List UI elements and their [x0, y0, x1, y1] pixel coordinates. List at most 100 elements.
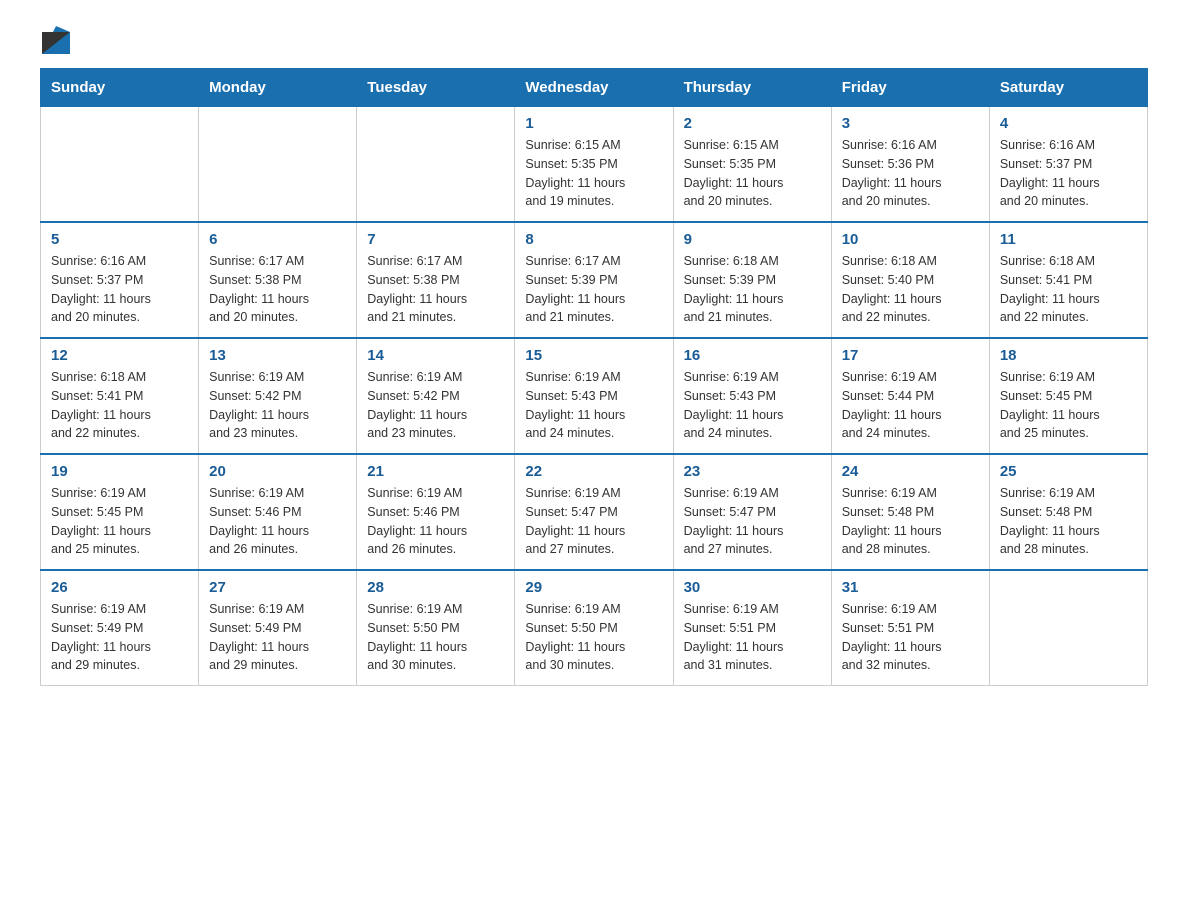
day-number: 10 — [842, 231, 979, 248]
day-info: Sunrise: 6:16 AMSunset: 5:37 PMDaylight:… — [1000, 136, 1137, 211]
day-number: 17 — [842, 347, 979, 364]
calendar-cell: 11 Sunrise: 6:18 AMSunset: 5:41 PMDayligh… — [989, 222, 1147, 338]
day-number: 31 — [842, 579, 979, 596]
logo — [40, 30, 70, 48]
calendar-week-row: 5 Sunrise: 6:16 AMSunset: 5:37 PMDaylight… — [41, 222, 1148, 338]
calendar-cell: 29 Sunrise: 6:19 AMSunset: 5:50 PMDayligh… — [515, 570, 673, 686]
calendar-cell: 27Sunrise: 6:19 AMSunset: 5:49 PMDayligh… — [199, 570, 357, 686]
day-info: Sunrise: 6:19 AMSunset: 5:46 PMDaylight:… — [209, 484, 346, 559]
day-info: Sunrise: 6:17 AMSunset: 5:38 PMDaylight:… — [367, 252, 504, 327]
calendar-cell — [199, 107, 357, 223]
day-info: Sunrise: 6:17 AMSunset: 5:38 PMDaylight:… — [209, 252, 346, 327]
day-info: Sunrise: 6:16 AMSunset: 5:36 PMDaylight:… — [842, 136, 979, 211]
day-info: Sunrise: 6:19 AMSunset: 5:51 PMDaylight:… — [684, 600, 821, 675]
logo-icon — [42, 26, 70, 54]
day-info: Sunrise: 6:19 AMSunset: 5:48 PMDaylight:… — [842, 484, 979, 559]
calendar-cell: 20 Sunrise: 6:19 AMSunset: 5:46 PMDayligh… — [199, 454, 357, 570]
calendar-cell: 6 Sunrise: 6:17 AMSunset: 5:38 PMDaylight… — [199, 222, 357, 338]
day-info: Sunrise: 6:19 AMSunset: 5:50 PMDaylight:… — [525, 600, 662, 675]
day-number: 20 — [209, 463, 346, 480]
day-info: Sunrise: 6:19 AMSunset: 5:42 PMDaylight:… — [367, 368, 504, 443]
calendar-week-row: 26 Sunrise: 6:19 AMSunset: 5:49 PMDayligh… — [41, 570, 1148, 686]
calendar-cell: 3 Sunrise: 6:16 AMSunset: 5:36 PMDaylight… — [831, 107, 989, 223]
column-header-tuesday: Tuesday — [357, 69, 515, 107]
calendar-cell: 14 Sunrise: 6:19 AMSunset: 5:42 PMDayligh… — [357, 338, 515, 454]
calendar-table: SundayMondayTuesdayWednesdayThursdayFrid… — [40, 68, 1148, 686]
day-info: Sunrise: 6:15 AMSunset: 5:35 PMDaylight:… — [684, 136, 821, 211]
calendar-week-row: 12 Sunrise: 6:18 AMSunset: 5:41 PMDayligh… — [41, 338, 1148, 454]
day-number: 30 — [684, 579, 821, 596]
day-info: Sunrise: 6:19 AMSunset: 5:49 PMDaylight:… — [51, 600, 188, 675]
day-info: Sunrise: 6:18 AMSunset: 5:41 PMDaylight:… — [1000, 252, 1137, 327]
day-info: Sunrise: 6:16 AMSunset: 5:37 PMDaylight:… — [51, 252, 188, 327]
day-info: Sunrise: 6:19 AMSunset: 5:44 PMDaylight:… — [842, 368, 979, 443]
calendar-cell: 8Sunrise: 6:17 AMSunset: 5:39 PMDaylight… — [515, 222, 673, 338]
column-header-saturday: Saturday — [989, 69, 1147, 107]
day-info: Sunrise: 6:19 AMSunset: 5:46 PMDaylight:… — [367, 484, 504, 559]
day-number: 22 — [525, 463, 662, 480]
calendar-cell: 4 Sunrise: 6:16 AMSunset: 5:37 PMDaylight… — [989, 107, 1147, 223]
day-number: 9 — [684, 231, 821, 248]
column-header-monday: Monday — [199, 69, 357, 107]
day-number: 2 — [684, 115, 821, 132]
page-header — [40, 30, 1148, 48]
day-info: Sunrise: 6:18 AMSunset: 5:40 PMDaylight:… — [842, 252, 979, 327]
day-number: 19 — [51, 463, 188, 480]
calendar-cell: 30 Sunrise: 6:19 AMSunset: 5:51 PMDayligh… — [673, 570, 831, 686]
calendar-cell: 1 Sunrise: 6:15 AMSunset: 5:35 PMDaylight… — [515, 107, 673, 223]
day-number: 28 — [367, 579, 504, 596]
day-number: 12 — [51, 347, 188, 364]
calendar-cell: 31Sunrise: 6:19 AMSunset: 5:51 PMDayligh… — [831, 570, 989, 686]
day-info: Sunrise: 6:17 AMSunset: 5:39 PMDaylight:… — [525, 252, 662, 327]
day-info: Sunrise: 6:19 AMSunset: 5:43 PMDaylight:… — [525, 368, 662, 443]
day-number: 11 — [1000, 231, 1137, 248]
day-number: 5 — [51, 231, 188, 248]
column-header-wednesday: Wednesday — [515, 69, 673, 107]
day-number: 16 — [684, 347, 821, 364]
calendar-cell: 16 Sunrise: 6:19 AMSunset: 5:43 PMDayligh… — [673, 338, 831, 454]
day-number: 6 — [209, 231, 346, 248]
calendar-cell: 9Sunrise: 6:18 AMSunset: 5:39 PMDaylight… — [673, 222, 831, 338]
calendar-cell: 25 Sunrise: 6:19 AMSunset: 5:48 PMDayligh… — [989, 454, 1147, 570]
day-number: 18 — [1000, 347, 1137, 364]
day-number: 24 — [842, 463, 979, 480]
calendar-cell: 28 Sunrise: 6:19 AMSunset: 5:50 PMDayligh… — [357, 570, 515, 686]
day-info: Sunrise: 6:19 AMSunset: 5:47 PMDaylight:… — [684, 484, 821, 559]
day-info: Sunrise: 6:19 AMSunset: 5:42 PMDaylight:… — [209, 368, 346, 443]
calendar-cell — [357, 107, 515, 223]
day-info: Sunrise: 6:15 AMSunset: 5:35 PMDaylight:… — [525, 136, 662, 211]
day-number: 26 — [51, 579, 188, 596]
calendar-cell: 5 Sunrise: 6:16 AMSunset: 5:37 PMDaylight… — [41, 222, 199, 338]
day-info: Sunrise: 6:19 AMSunset: 5:48 PMDaylight:… — [1000, 484, 1137, 559]
day-number: 29 — [525, 579, 662, 596]
column-header-sunday: Sunday — [41, 69, 199, 107]
day-number: 4 — [1000, 115, 1137, 132]
calendar-cell — [41, 107, 199, 223]
calendar-cell: 22 Sunrise: 6:19 AMSunset: 5:47 PMDayligh… — [515, 454, 673, 570]
day-number: 14 — [367, 347, 504, 364]
day-info: Sunrise: 6:19 AMSunset: 5:47 PMDaylight:… — [525, 484, 662, 559]
calendar-cell: 19Sunrise: 6:19 AMSunset: 5:45 PMDayligh… — [41, 454, 199, 570]
calendar-cell: 15Sunrise: 6:19 AMSunset: 5:43 PMDayligh… — [515, 338, 673, 454]
calendar-cell: 23 Sunrise: 6:19 AMSunset: 5:47 PMDayligh… — [673, 454, 831, 570]
calendar-cell: 24 Sunrise: 6:19 AMSunset: 5:48 PMDayligh… — [831, 454, 989, 570]
day-number: 13 — [209, 347, 346, 364]
day-info: Sunrise: 6:19 AMSunset: 5:45 PMDaylight:… — [1000, 368, 1137, 443]
calendar-week-row: 1 Sunrise: 6:15 AMSunset: 5:35 PMDaylight… — [41, 107, 1148, 223]
day-number: 21 — [367, 463, 504, 480]
day-number: 7 — [367, 231, 504, 248]
day-number: 27 — [209, 579, 346, 596]
column-header-friday: Friday — [831, 69, 989, 107]
day-number: 23 — [684, 463, 821, 480]
day-number: 3 — [842, 115, 979, 132]
day-info: Sunrise: 6:19 AMSunset: 5:43 PMDaylight:… — [684, 368, 821, 443]
column-header-thursday: Thursday — [673, 69, 831, 107]
calendar-cell: 10 Sunrise: 6:18 AMSunset: 5:40 PMDayligh… — [831, 222, 989, 338]
calendar-cell: 17 Sunrise: 6:19 AMSunset: 5:44 PMDayligh… — [831, 338, 989, 454]
day-info: Sunrise: 6:19 AMSunset: 5:50 PMDaylight:… — [367, 600, 504, 675]
calendar-cell: 21 Sunrise: 6:19 AMSunset: 5:46 PMDayligh… — [357, 454, 515, 570]
day-number: 25 — [1000, 463, 1137, 480]
calendar-week-row: 19Sunrise: 6:19 AMSunset: 5:45 PMDayligh… — [41, 454, 1148, 570]
day-info: Sunrise: 6:18 AMSunset: 5:41 PMDaylight:… — [51, 368, 188, 443]
day-number: 1 — [525, 115, 662, 132]
